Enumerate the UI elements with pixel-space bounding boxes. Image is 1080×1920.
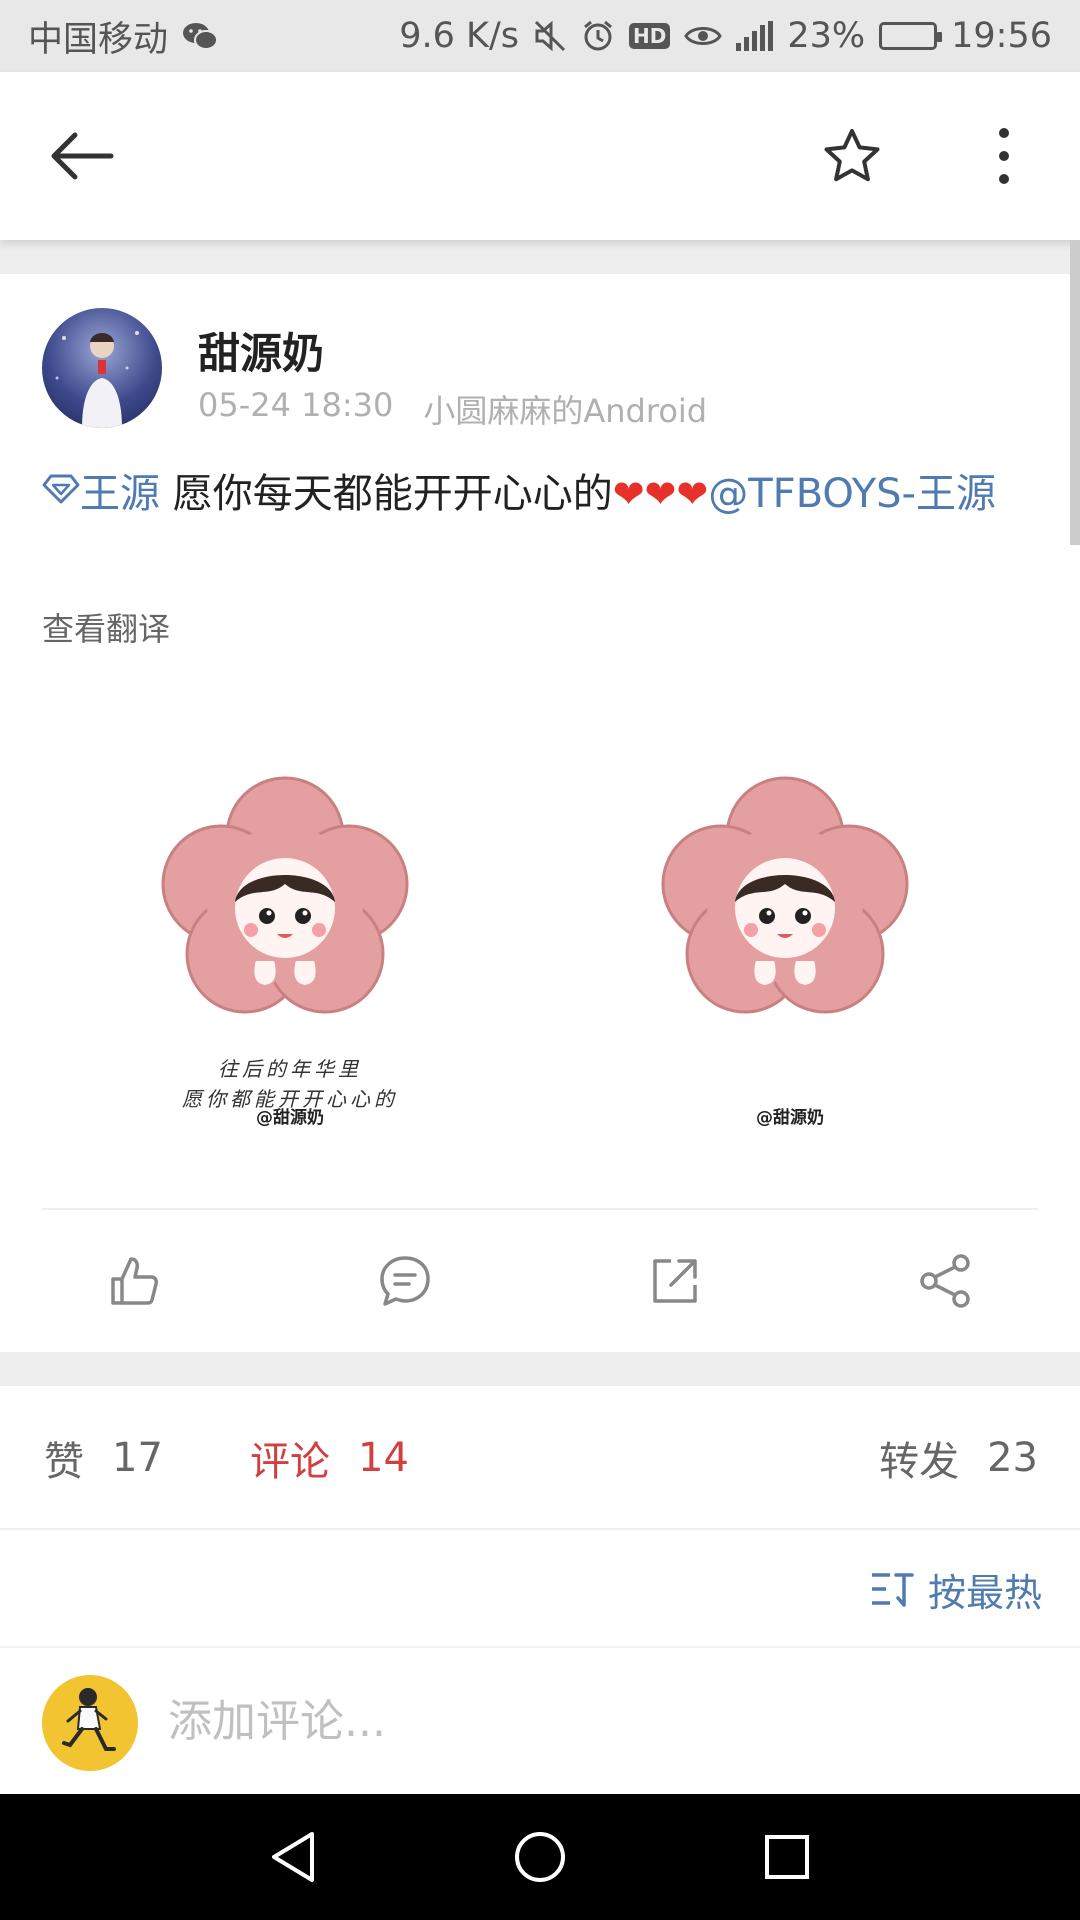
image-watermark: @甜源奶 xyxy=(756,1108,824,1128)
clock: 19:56 xyxy=(951,16,1052,56)
post-card: 甜源奶 05-24 18:30 小圆麻麻的Android 王源 愿你每天都能开开… xyxy=(0,274,1080,1352)
caption-line-1: 往后的年华里 xyxy=(218,1057,362,1081)
mute-icon xyxy=(533,19,567,53)
post-content: 王源 愿你每天都能开开心心的❤❤❤@TFBOYS-王源 xyxy=(42,460,1042,528)
toolbar-actions xyxy=(816,120,1040,192)
reposts-label: 转发 xyxy=(879,1439,960,1485)
image-watermark: @甜源奶 xyxy=(256,1108,324,1128)
section-gap xyxy=(0,240,1080,274)
comments-count: 14 xyxy=(358,1435,409,1481)
mention-link[interactable]: @TFBOYS-王源 xyxy=(708,471,996,517)
system-nav-bar xyxy=(0,1794,1080,1920)
sort-label: 按最热 xyxy=(927,1570,1042,1615)
post-source: 小圆麻麻的Android xyxy=(423,392,708,430)
likes-count: 17 xyxy=(112,1435,163,1481)
like-icon xyxy=(111,1257,158,1305)
author-avatar[interactable] xyxy=(42,308,162,428)
tab-reposts[interactable]: 转发 23 xyxy=(879,1386,1038,1530)
post-date: 05-24 18:30 xyxy=(198,386,394,424)
user-avatar[interactable] xyxy=(42,1675,138,1771)
reposts-count: 23 xyxy=(987,1435,1038,1481)
share-icon xyxy=(920,1254,970,1308)
flower-sticker-image xyxy=(661,776,909,1014)
topic-tag[interactable]: 王源 xyxy=(42,471,160,517)
favorite-button[interactable] xyxy=(816,120,888,192)
status-right: 9.6 K/s HD 23% 19:56 xyxy=(399,16,1052,56)
author-name[interactable]: 甜源奶 xyxy=(198,320,324,381)
section-gap xyxy=(0,1352,1080,1386)
nav-home-icon xyxy=(514,1832,565,1882)
status-bar: 中国移动 9.6 K/s HD 23% 19:56 xyxy=(0,0,1080,72)
back-button[interactable] xyxy=(46,120,118,192)
battery-percent: 23% xyxy=(787,16,866,56)
post-actions xyxy=(0,1210,1080,1352)
nav-recents-button[interactable] xyxy=(737,1807,837,1907)
scrollbar[interactable] xyxy=(1070,240,1080,545)
tab-comments[interactable]: 评论 14 xyxy=(250,1386,409,1530)
sort-button[interactable]: 按最热 xyxy=(870,1530,1042,1648)
carrier-name: 中国移动 xyxy=(28,19,169,60)
stats-tabs: 赞 17 评论 14 转发 23 xyxy=(0,1386,1080,1530)
eye-icon xyxy=(684,22,723,50)
sort-icon xyxy=(871,1573,914,1607)
alarm-icon xyxy=(581,19,615,53)
nav-home-button[interactable] xyxy=(490,1807,590,1907)
back-arrow-icon xyxy=(51,132,114,180)
forward-icon xyxy=(653,1259,697,1303)
likes-label: 赞 xyxy=(44,1439,84,1485)
sort-row: 按最热 xyxy=(0,1530,1080,1648)
more-vertical-icon xyxy=(999,128,1009,184)
translate-link[interactable]: 查看翻译 xyxy=(42,604,170,650)
network-speed: 9.6 K/s xyxy=(399,16,519,56)
forward-button[interactable] xyxy=(540,1210,810,1352)
comment-button[interactable] xyxy=(270,1210,540,1352)
diamond-icon xyxy=(42,474,80,504)
battery-icon xyxy=(879,22,943,50)
comments-label: 评论 xyxy=(250,1439,330,1485)
flower-sticker-image xyxy=(161,776,409,1014)
hd-icon: HD xyxy=(628,23,671,49)
more-button[interactable] xyxy=(968,120,1040,192)
nav-back-button[interactable] xyxy=(243,1807,343,1907)
tab-likes[interactable]: 赞 17 xyxy=(44,1386,163,1530)
status-left: 中国移动 xyxy=(28,11,219,62)
heart-emoji: ❤❤❤ xyxy=(612,472,709,516)
post-body: 愿你每天都能开开心心的 xyxy=(160,471,613,517)
comment-icon xyxy=(380,1256,430,1306)
nav-back-icon xyxy=(272,1832,315,1882)
top-toolbar xyxy=(0,72,1080,240)
share-button[interactable] xyxy=(810,1210,1080,1352)
topic-tag-label: 王源 xyxy=(80,471,160,517)
post-image-1[interactable]: 往后的年华里 愿你都能开开心心的 @甜源奶 xyxy=(80,754,500,1174)
comment-input[interactable] xyxy=(168,1648,1028,1794)
post-image-2[interactable]: @甜源奶 xyxy=(580,754,1000,1174)
like-button[interactable] xyxy=(0,1210,270,1352)
signal-icon xyxy=(736,21,774,51)
nav-recents-icon xyxy=(764,1835,809,1879)
post-meta: 05-24 18:30 小圆麻麻的Android xyxy=(198,386,707,432)
wechat-icon xyxy=(182,21,219,51)
comment-bar xyxy=(0,1648,1080,1794)
star-icon xyxy=(824,129,880,182)
